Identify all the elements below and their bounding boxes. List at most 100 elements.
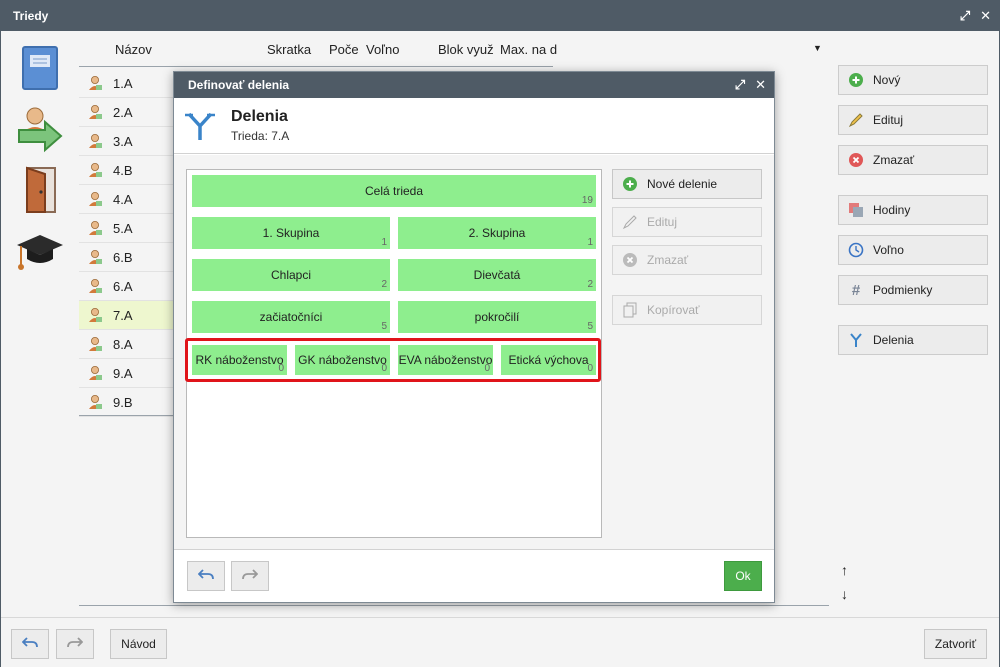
tile-label: GK náboženstvo (298, 353, 387, 367)
zmazat-division-button[interactable]: Zmazať (612, 245, 762, 275)
column-header-pocet[interactable]: Poče (329, 35, 359, 65)
delete-circle-icon (622, 253, 638, 267)
division-tile-eticka-vychova[interactable]: Etická výchova 0 (501, 345, 596, 375)
column-header-skratka[interactable]: Skratka (267, 35, 311, 65)
class-student-icon (85, 249, 105, 265)
table-row[interactable]: 6.B (79, 243, 173, 272)
bottom-toolbar: Návod Zatvoriť (1, 617, 999, 667)
close-icon[interactable]: ✕ (980, 1, 991, 31)
zmazat-button[interactable]: Zmazať (838, 145, 988, 175)
volno-label: Voľno (873, 243, 904, 257)
tile-label: pokročilí (474, 310, 520, 324)
column-header-nazov[interactable]: Názov (115, 35, 152, 65)
division-tile-skupina-1[interactable]: 1. Skupina 1 (192, 217, 390, 249)
divisions-panel: Celá trieda 19 1. Skupina 1 2. Skupina 1… (185, 169, 602, 538)
door-icon[interactable] (15, 165, 65, 215)
tile-count: 1 (381, 237, 387, 248)
tile-label: Chlapci (270, 268, 312, 282)
hash-icon: # (851, 281, 861, 299)
dialog-body: Celá trieda 19 1. Skupina 1 2. Skupina 1… (174, 155, 774, 550)
tile-label: EVA náboženstvo (398, 353, 493, 367)
delete-circle-icon (847, 153, 865, 167)
table-row[interactable]: 2.A (79, 98, 173, 127)
division-tile-skupina-2[interactable]: 2. Skupina 1 (398, 217, 596, 249)
transfer-student-icon[interactable] (15, 105, 65, 155)
column-header-volno[interactable]: Voľno (366, 35, 399, 65)
division-tile-pokrocili[interactable]: pokročilí 5 (398, 301, 596, 333)
dialog-close-icon[interactable]: ✕ (755, 72, 766, 98)
plus-circle-icon (622, 177, 638, 191)
class-student-icon (85, 307, 105, 323)
novy-button[interactable]: Nový (838, 65, 988, 95)
edituj-button[interactable]: Edituj (838, 105, 988, 135)
table-row[interactable]: 8.A (79, 330, 173, 359)
column-header-blok[interactable]: Blok využ (438, 35, 494, 65)
table-row[interactable]: 9.A (79, 359, 173, 388)
book-icon[interactable] (15, 43, 65, 93)
nove-delenie-button[interactable]: Nové delenie (612, 169, 762, 199)
zatvorit-button[interactable]: Zatvoriť (924, 629, 987, 659)
tile-count: 0 (484, 363, 490, 374)
move-up-arrow-icon[interactable]: ↑ (841, 562, 848, 578)
volno-button[interactable]: Voľno (838, 235, 988, 265)
clock-icon (847, 242, 865, 258)
redo-icon (242, 568, 259, 585)
table-row[interactable]: 4.A (79, 185, 173, 214)
class-student-icon (85, 220, 105, 236)
move-down-arrow-icon[interactable]: ↓ (841, 586, 848, 602)
class-name: 9.B (113, 394, 133, 410)
dialog-maximize-icon[interactable]: ⤢ (735, 72, 745, 98)
table-row[interactable]: 1.A (79, 69, 173, 98)
navod-button[interactable]: Návod (110, 629, 167, 659)
division-tile-cela-trieda[interactable]: Celá trieda 19 (192, 175, 596, 207)
column-header-max[interactable]: Max. na d (500, 35, 557, 65)
division-tile-gk-nabozenstvo[interactable]: GK náboženstvo 0 (295, 345, 390, 375)
window-titlebar: Triedy ⤢ ✕ (1, 1, 999, 31)
table-row[interactable]: 9.B (79, 388, 173, 417)
lessons-cards-icon (847, 202, 865, 218)
hodiny-label: Hodiny (873, 203, 911, 217)
dialog-footer: Ok (174, 550, 774, 602)
ok-button[interactable]: Ok (724, 561, 762, 591)
graduation-cap-icon[interactable] (15, 229, 65, 279)
division-tile-chlapci[interactable]: Chlapci 2 (192, 259, 390, 291)
division-tile-zaciatocnici[interactable]: začiatočníci 5 (192, 301, 390, 333)
class-name: 9.A (113, 365, 133, 381)
edituj-division-button[interactable]: Edituj (612, 207, 762, 237)
dialog-redo-button[interactable] (231, 561, 269, 591)
delenia-button[interactable]: Delenia (838, 325, 988, 355)
undo-button[interactable] (11, 629, 49, 659)
tile-count: 0 (587, 363, 593, 374)
table-row[interactable]: 6.A (79, 272, 173, 301)
hodiny-button[interactable]: Hodiny (838, 195, 988, 225)
tile-label: 2. Skupina (468, 226, 526, 240)
zmazat-label: Zmazať (873, 153, 915, 167)
table-row[interactable]: 7.A (79, 301, 173, 330)
division-tile-rk-nabozenstvo[interactable]: RK náboženstvo 0 (192, 345, 287, 375)
table-row[interactable]: 5.A (79, 214, 173, 243)
kopirovat-button[interactable]: Kopírovať (612, 295, 762, 325)
division-tile-dievcata[interactable]: Dievčatá 2 (398, 259, 596, 291)
redo-button[interactable] (56, 629, 94, 659)
dialog-header: Delenia Trieda: 7.A (174, 98, 774, 154)
podmienky-button[interactable]: # Podmienky (838, 275, 988, 305)
triedy-window: Triedy ⤢ ✕ Názov Skratka Poče Voľno Blok… (0, 0, 1000, 667)
division-tile-eva-nabozenstvo[interactable]: EVA náboženstvo 0 (398, 345, 493, 375)
table-row[interactable]: 4.B (79, 156, 173, 185)
table-row[interactable]: 3.A (79, 127, 173, 156)
tile-count: 2 (381, 279, 387, 290)
dialog-undo-button[interactable] (187, 561, 225, 591)
class-name: 7.A (113, 307, 133, 323)
tile-label: začiatočníci (259, 310, 323, 324)
zmazat-division-label: Zmazať (647, 253, 689, 267)
class-name: 6.A (113, 278, 133, 294)
tile-count: 0 (381, 363, 387, 374)
class-name: 1.A (113, 75, 133, 91)
tile-count: 1 (587, 237, 593, 248)
tile-label: RK náboženstvo (195, 353, 284, 367)
maximize-icon[interactable]: ⤢ (960, 1, 970, 31)
pencil-icon (622, 214, 638, 230)
class-student-icon (85, 133, 105, 149)
class-student-icon (85, 336, 105, 352)
column-menu-caret-icon[interactable]: ▼ (813, 33, 822, 63)
